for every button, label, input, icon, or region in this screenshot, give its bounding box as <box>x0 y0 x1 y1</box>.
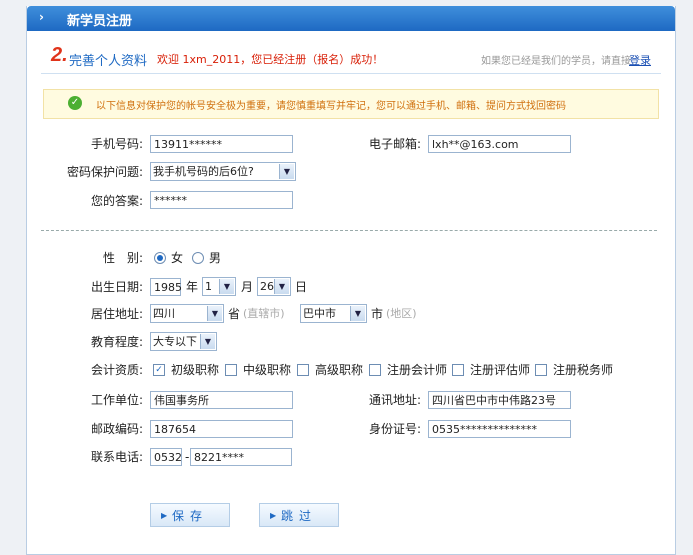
welcome-message: 欢迎 1xm_2011，您已经注册（报名）成功！ <box>157 53 384 66</box>
qual-checkbox-cpa[interactable] <box>369 364 381 376</box>
qual-label-junior: 初级职称 <box>171 363 220 377</box>
qual-checkbox-senior[interactable] <box>297 364 309 376</box>
zip-label: 邮政编码: <box>90 422 143 436</box>
tel-number-input[interactable]: 8221**** <box>190 448 292 466</box>
login-link[interactable]: 登录 <box>629 52 651 68</box>
birth-label: 出生日期: <box>90 280 143 294</box>
education-value: 大专以下 <box>153 335 197 348</box>
answer-label: 您的答案: <box>90 194 143 208</box>
qual-label-mid: 中级职称 <box>243 363 292 377</box>
gender-female-label: 女 <box>171 251 184 265</box>
qualification-label: 会计资质: <box>90 363 143 377</box>
step-number: 2. <box>51 44 68 66</box>
work-input[interactable]: 伟国事务所 <box>150 391 293 409</box>
province-hint: (直辖市) <box>243 307 285 320</box>
skip-button-label: 跳过 <box>280 509 317 523</box>
phone-label: 手机号码: <box>90 137 143 151</box>
province-unit: 省 <box>228 307 241 321</box>
id-label: 身份证号: <box>368 422 421 436</box>
section-divider <box>41 230 657 231</box>
province-value: 四川 <box>153 307 175 320</box>
day-unit: 日 <box>295 280 308 294</box>
birth-year-input[interactable]: 1985 <box>150 278 182 296</box>
city-unit: 市 <box>371 307 384 321</box>
registration-panel: › 新学员注册 2. 完善个人资料 欢迎 1xm_2011，您已经注册（报名）成… <box>26 6 676 555</box>
tel-label: 联系电话: <box>90 450 143 464</box>
qual-checkbox-cta[interactable] <box>535 364 547 376</box>
chevron-down-icon[interactable]: ▼ <box>219 279 234 294</box>
qual-label-senior: 高级职称 <box>315 363 364 377</box>
birth-day-value: 26 <box>260 280 274 293</box>
question-value: 我手机号码的后6位? <box>153 165 254 178</box>
city-hint: (地区) <box>386 307 417 320</box>
qual-checkbox-mid[interactable] <box>225 364 237 376</box>
page-title: 新学员注册 <box>67 14 133 29</box>
qual-label-cpa: 注册会计师 <box>387 363 448 377</box>
tel-area-input[interactable]: 0532 <box>150 448 182 466</box>
city-value: 巴中市 <box>303 307 336 320</box>
chevron-down-icon[interactable]: ▼ <box>350 306 365 321</box>
check-icon: ✓ <box>68 96 82 110</box>
education-label: 教育程度: <box>90 335 143 349</box>
tel-dash: - <box>185 450 190 464</box>
play-icon: ▶ <box>270 511 277 520</box>
gender-male-radio[interactable] <box>192 252 204 264</box>
residence-label: 居住地址: <box>90 307 143 321</box>
divider <box>41 73 661 74</box>
answer-input[interactable]: ****** <box>150 191 293 209</box>
birth-month-select[interactable]: 1 ▼ <box>202 277 236 296</box>
login-hint: 如果您已经是我们的学员，请直接 <box>481 56 631 67</box>
gender-male-label: 男 <box>209 251 222 265</box>
play-icon: ▶ <box>161 511 168 520</box>
education-select[interactable]: 大专以下 ▼ <box>150 332 217 351</box>
city-select[interactable]: 巴中市 ▼ <box>300 304 367 323</box>
address-label: 通讯地址: <box>368 393 421 407</box>
address-input[interactable]: 四川省巴中市中伟路23号 <box>428 391 571 409</box>
id-input[interactable]: 0535************** <box>428 420 571 438</box>
chevron-down-icon[interactable]: ▼ <box>200 334 215 349</box>
chevron-down-icon[interactable]: ▼ <box>207 306 222 321</box>
email-label: 电子邮箱: <box>368 137 421 151</box>
chevron-down-icon[interactable]: ▼ <box>279 164 294 179</box>
year-unit: 年 <box>186 280 199 294</box>
gender-label: 性 别: <box>102 251 143 265</box>
skip-button[interactable]: ▶ 跳过 <box>259 503 339 527</box>
question-select[interactable]: 我手机号码的后6位? ▼ <box>150 162 296 181</box>
qual-label-cpv: 注册评估师 <box>470 363 531 377</box>
question-label: 密码保护问题: <box>66 165 143 179</box>
month-unit: 月 <box>241 280 254 294</box>
qual-checkbox-junior[interactable]: ✓ <box>153 364 165 376</box>
notice-text: 以下信息对保护您的帐号安全极为重要，请您慎重填写并牢记，您可以通过手机、邮箱、提… <box>96 101 566 112</box>
phone-input[interactable]: 13911****** <box>150 135 293 153</box>
notice-box: ✓ 以下信息对保护您的帐号安全极为重要，请您慎重填写并牢记，您可以通过手机、邮箱… <box>43 89 659 119</box>
gender-female-radio[interactable] <box>154 252 166 264</box>
zip-input[interactable]: 187654 <box>150 420 293 438</box>
qual-label-cta: 注册税务师 <box>553 363 614 377</box>
province-select[interactable]: 四川 ▼ <box>150 304 224 323</box>
chevron-right-icon: › <box>39 10 44 24</box>
header-bar: › 新学员注册 <box>27 6 675 31</box>
step-label: 完善个人资料 <box>69 54 148 69</box>
save-button-label: 保存 <box>171 509 208 523</box>
work-label: 工作单位: <box>90 393 143 407</box>
birth-day-select[interactable]: 26 ▼ <box>257 277 291 296</box>
save-button[interactable]: ▶ 保存 <box>150 503 230 527</box>
qual-checkbox-cpv[interactable] <box>452 364 464 376</box>
birth-month-value: 1 <box>205 280 212 293</box>
email-input[interactable]: lxh**@163.com <box>428 135 571 153</box>
chevron-down-icon[interactable]: ▼ <box>274 279 289 294</box>
